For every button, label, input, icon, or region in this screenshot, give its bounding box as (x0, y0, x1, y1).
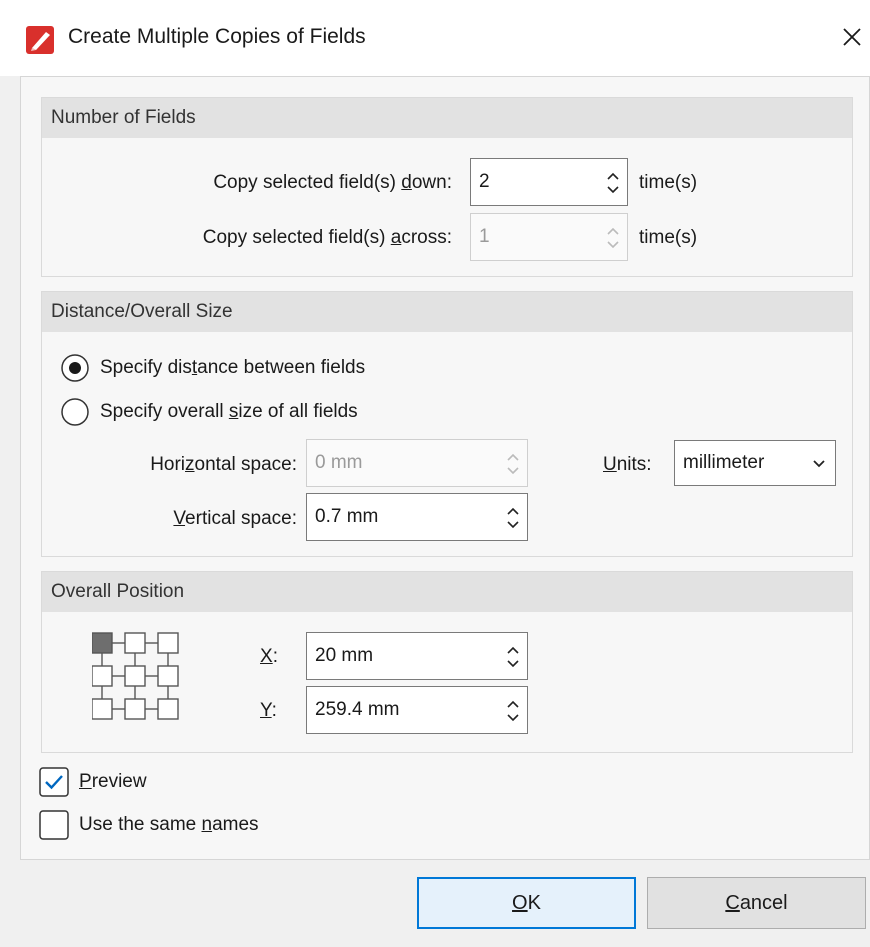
position-grid-icon[interactable] (92, 632, 190, 730)
y-position-stepper[interactable]: 259.4 mm (306, 686, 528, 734)
x-position-stepper[interactable]: 20 mm (306, 632, 528, 680)
preview-checkbox[interactable] (39, 767, 69, 797)
vertical-space-stepper[interactable]: 0.7 mm (306, 493, 528, 541)
radio-specify-distance-label[interactable]: Specify distance between fields (100, 357, 365, 379)
title-bar: Create Multiple Copies of Fields (0, 0, 870, 76)
copy-across-label: Copy selected field(s) across: (202, 227, 452, 248)
horizontal-space-label: Horizontal space: (150, 454, 297, 475)
spin-arrows-icon[interactable] (505, 448, 521, 480)
foxit-pen-icon (26, 26, 54, 54)
units-value: millimeter (683, 452, 765, 473)
x-position-value: 20 mm (315, 645, 374, 666)
group-heading: Overall Position (42, 572, 852, 612)
copy-across-value: 1 (479, 226, 490, 247)
preview-label[interactable]: Preview (79, 771, 147, 793)
options-panel: Number of Fields Copy selected field(s) … (20, 76, 870, 860)
window-title: Create Multiple Copies of Fields (68, 25, 366, 48)
y-position-value: 259.4 mm (315, 699, 400, 720)
close-icon[interactable] (835, 20, 869, 54)
group-number-of-fields: Number of Fields Copy selected field(s) … (41, 97, 853, 277)
radio-specify-overall-size-label[interactable]: Specify overall size of all fields (100, 401, 358, 423)
cancel-button[interactable]: Cancel (647, 877, 866, 929)
copy-down-stepper[interactable]: 2 (470, 158, 628, 206)
group-distance-size: Distance/Overall Size Specify distance b… (41, 291, 853, 557)
units-dropdown[interactable]: millimeter (674, 440, 836, 486)
same-names-checkbox[interactable] (39, 810, 69, 840)
x-label: X: (260, 646, 278, 667)
radio-specify-distance[interactable] (60, 353, 90, 383)
same-names-label[interactable]: Use the same names (79, 814, 259, 836)
group-overall-position: Overall Position X: 20 mm Y: 259.4 mm (41, 571, 853, 753)
chevron-down-icon (813, 460, 825, 468)
ok-button[interactable]: OK (417, 877, 636, 929)
spin-arrows-icon[interactable] (505, 695, 521, 727)
y-label: Y: (260, 700, 277, 721)
spin-arrows-icon[interactable] (605, 222, 621, 254)
dialog-body: Number of Fields Copy selected field(s) … (0, 76, 870, 947)
copy-down-unit: time(s) (639, 172, 698, 193)
vertical-space-value: 0.7 mm (315, 506, 379, 527)
horizontal-space-value: 0 mm (315, 452, 363, 473)
copy-down-value: 2 (479, 171, 490, 192)
group-heading: Number of Fields (42, 98, 852, 138)
copy-across-unit: time(s) (639, 227, 698, 248)
copy-down-label: Copy selected field(s) down: (213, 172, 452, 193)
radio-specify-overall-size[interactable] (60, 397, 90, 427)
spin-arrows-icon[interactable] (505, 641, 521, 673)
spin-arrows-icon[interactable] (605, 167, 621, 199)
spin-arrows-icon[interactable] (505, 502, 521, 534)
copy-across-stepper[interactable]: 1 (470, 213, 628, 261)
units-label: Units: (603, 454, 652, 475)
horizontal-space-stepper[interactable]: 0 mm (306, 439, 528, 487)
vertical-space-label: Vertical space: (173, 508, 297, 529)
group-heading: Distance/Overall Size (42, 292, 852, 332)
